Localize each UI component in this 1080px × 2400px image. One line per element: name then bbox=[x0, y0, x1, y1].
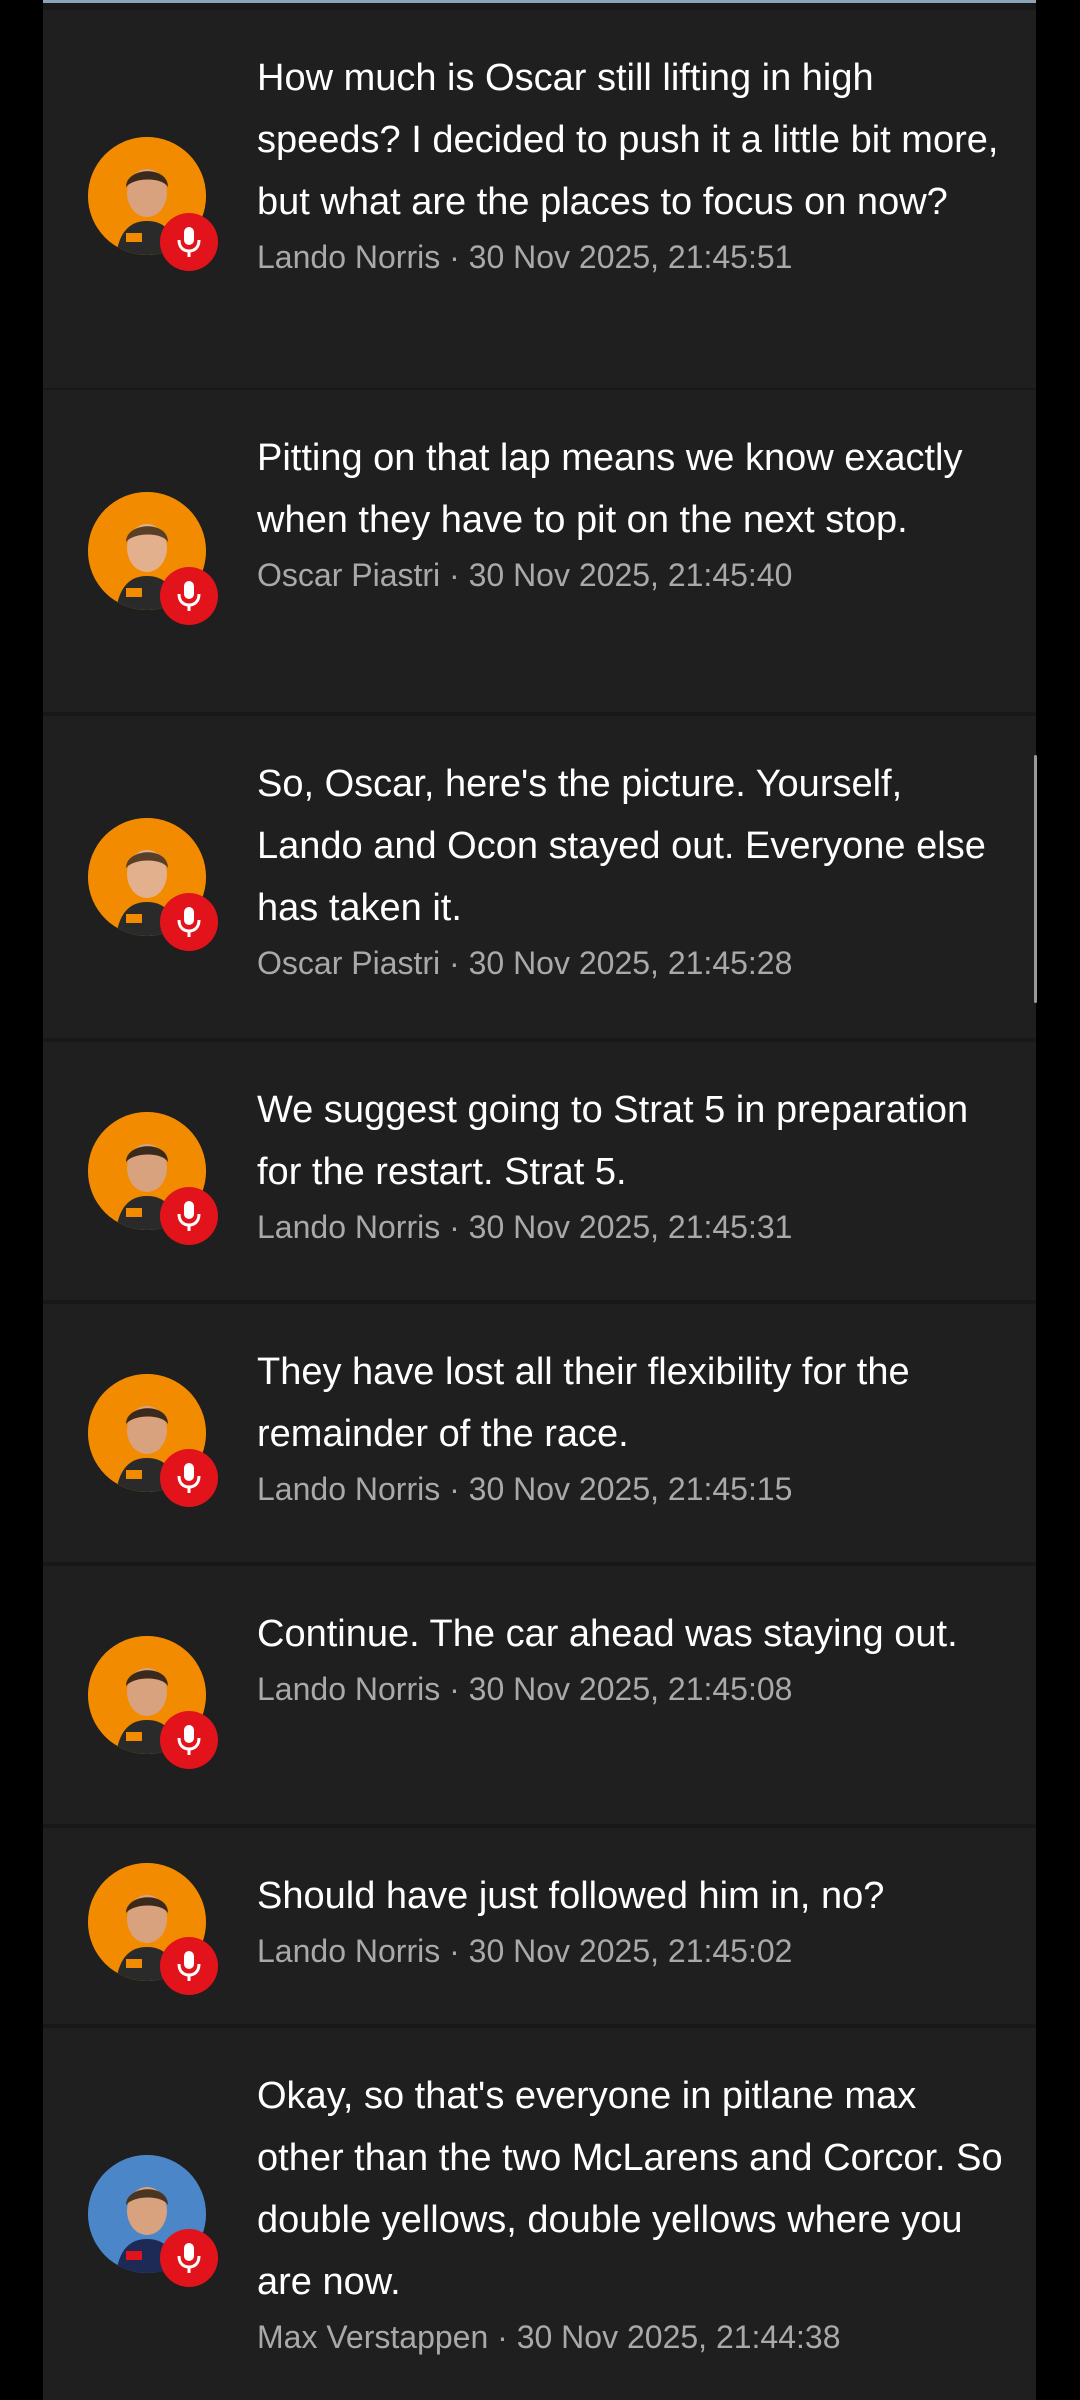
message-meta: Lando Norris · 30 Nov 2025, 21:45:08 bbox=[257, 1671, 793, 1707]
message-text: So, Oscar, here's the picture. Yourself,… bbox=[257, 763, 986, 929]
radio-badge bbox=[160, 213, 218, 271]
message-text: How much is Oscar still lifting in high … bbox=[257, 57, 999, 223]
microphone-icon bbox=[177, 1201, 201, 1231]
message-meta: Lando Norris · 30 Nov 2025, 21:45:31 bbox=[257, 1209, 793, 1245]
radio-badge bbox=[160, 1937, 218, 1995]
microphone-icon bbox=[177, 1463, 201, 1493]
radio-message[interactable]: How much is Oscar still lifting in high … bbox=[43, 10, 1036, 388]
message-text: They have lost all their flexibility for… bbox=[257, 1351, 910, 1455]
message-meta: Max Verstappen · 30 Nov 2025, 21:44:38 bbox=[257, 2319, 841, 2355]
message-text: We suggest going to Strat 5 in preparati… bbox=[257, 1089, 969, 1193]
message-meta: Oscar Piastri · 30 Nov 2025, 21:45:28 bbox=[257, 945, 793, 981]
message-meta: Lando Norris · 30 Nov 2025, 21:45:15 bbox=[257, 1471, 793, 1507]
radio-message[interactable]: So, Oscar, here's the picture. Yourself,… bbox=[43, 716, 1036, 1038]
microphone-icon bbox=[177, 1725, 201, 1755]
radio-message[interactable]: We suggest going to Strat 5 in preparati… bbox=[43, 1042, 1036, 1300]
message-text: Pitting on that lap means we know exactl… bbox=[257, 437, 963, 541]
message-meta: Oscar Piastri · 30 Nov 2025, 21:45:40 bbox=[257, 557, 793, 593]
radio-message[interactable]: Okay, so that's everyone in pitlane max … bbox=[43, 2028, 1036, 2400]
message-text: Continue. The car ahead was staying out. bbox=[257, 1613, 958, 1655]
microphone-icon bbox=[177, 227, 201, 257]
radio-badge bbox=[160, 567, 218, 625]
top-divider bbox=[43, 0, 1036, 3]
radio-message[interactable]: Continue. The car ahead was staying out.… bbox=[43, 1566, 1036, 1824]
radio-badge bbox=[160, 1711, 218, 1769]
message-meta: Lando Norris · 30 Nov 2025, 21:45:51 bbox=[257, 239, 793, 275]
microphone-icon bbox=[177, 1951, 201, 1981]
microphone-icon bbox=[177, 581, 201, 611]
message-text: Should have just followed him in, no? bbox=[257, 1875, 885, 1917]
microphone-icon bbox=[177, 907, 201, 937]
radio-message[interactable]: Should have just followed him in, no? La… bbox=[43, 1828, 1036, 2024]
message-meta: Lando Norris · 30 Nov 2025, 21:45:02 bbox=[257, 1933, 793, 1969]
radio-badge bbox=[160, 1187, 218, 1245]
radio-message[interactable]: They have lost all their flexibility for… bbox=[43, 1304, 1036, 1562]
scrollbar-thumb[interactable] bbox=[1034, 755, 1037, 1003]
radio-message[interactable]: Pitting on that lap means we know exactl… bbox=[43, 390, 1036, 712]
radio-badge bbox=[160, 893, 218, 951]
radio-badge bbox=[160, 2229, 218, 2287]
message-text: Okay, so that's everyone in pitlane max … bbox=[257, 2075, 1003, 2303]
microphone-icon bbox=[177, 2243, 201, 2273]
radio-badge bbox=[160, 1449, 218, 1507]
